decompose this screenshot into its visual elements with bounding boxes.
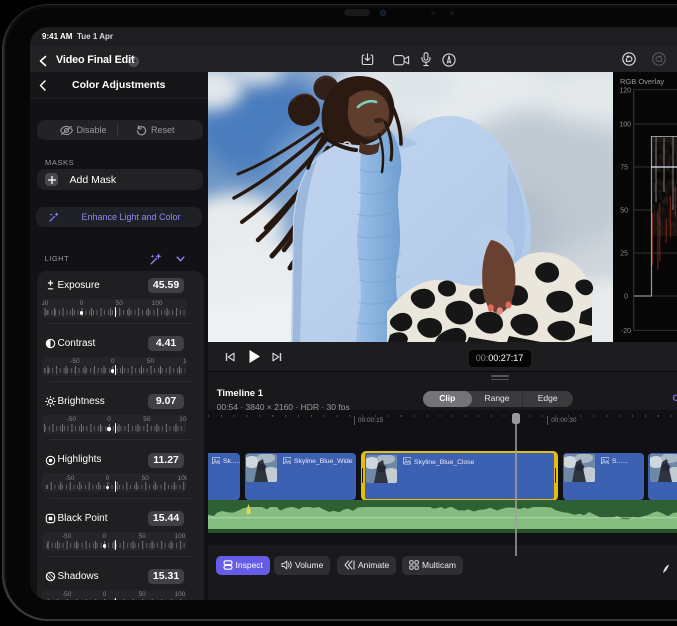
svg-text:-20: -20: [621, 328, 631, 335]
svg-text:RGB Overlay: RGB Overlay: [620, 77, 664, 86]
svg-text:75: 75: [620, 165, 628, 172]
svg-text:0: 0: [624, 294, 628, 301]
svg-text:120: 120: [619, 87, 631, 94]
svg-text:100: 100: [619, 122, 631, 129]
svg-text:25: 25: [620, 251, 628, 258]
svg-text:50: 50: [620, 208, 628, 215]
